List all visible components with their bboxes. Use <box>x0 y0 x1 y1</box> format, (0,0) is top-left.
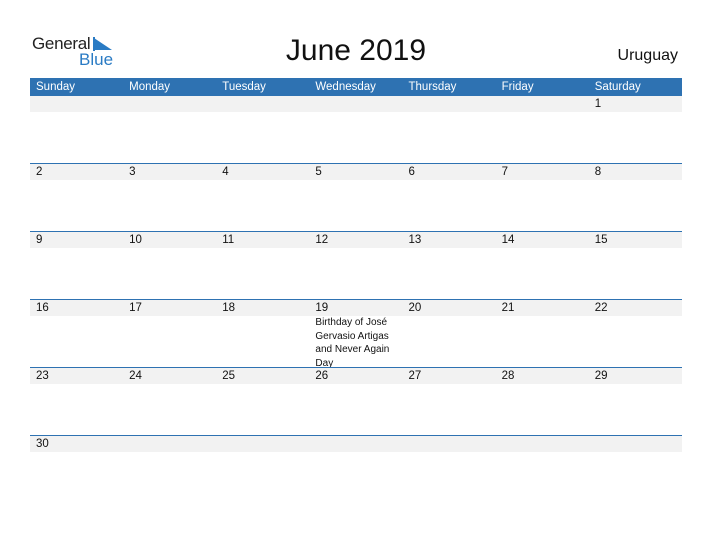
day-cell <box>309 96 402 112</box>
day-cell: 5 <box>309 164 402 180</box>
day-number: 1 <box>594 98 602 110</box>
day-cell: 23 <box>30 368 123 384</box>
day-cell: 8 <box>589 164 682 180</box>
weekday-saturday: Saturday <box>594 81 641 93</box>
day-number: 16 <box>36 302 49 314</box>
day-number: 7 <box>501 166 509 178</box>
weekday-wednesday: Wednesday <box>315 81 376 93</box>
day-cell: 14 <box>496 232 589 248</box>
weekday-monday: Monday <box>129 81 171 93</box>
day-number: 29 <box>594 370 608 382</box>
day-number: 28 <box>501 370 515 382</box>
day-cell <box>30 96 123 112</box>
day-number: 14 <box>501 234 515 246</box>
day-number: 24 <box>129 370 142 382</box>
day-number: 25 <box>222 370 236 382</box>
day-number: 18 <box>222 302 236 314</box>
country-label: Uruguay <box>617 47 678 64</box>
weekday-tuesday: Tuesday <box>222 81 266 93</box>
day-number: 4 <box>222 166 229 178</box>
day-number: 3 <box>129 166 136 178</box>
day-cell: 30 <box>30 436 123 452</box>
day-cell <box>216 436 309 452</box>
day-number: 9 <box>36 234 43 246</box>
day-cell <box>496 436 589 452</box>
day-number: 11 <box>222 234 235 246</box>
day-number: 8 <box>594 166 602 178</box>
day-number: 21 <box>501 302 515 314</box>
day-cell: 1 <box>589 96 682 112</box>
day-cell <box>216 96 309 112</box>
day-number: 2 <box>36 166 43 178</box>
day-cell: 20 <box>403 300 496 316</box>
week-row: 9 10 11 12 13 14 15 <box>30 231 682 299</box>
day-number: 27 <box>408 370 422 382</box>
day-number: 5 <box>315 166 322 178</box>
day-cell: 3 <box>123 164 216 180</box>
day-cell <box>496 96 589 112</box>
day-number: 15 <box>594 234 608 246</box>
day-cell <box>309 436 402 452</box>
day-cell: 12 <box>309 232 402 248</box>
day-cell: 13 <box>403 232 496 248</box>
week-row: 16 17 18 19 20 21 22 Birthday of José Gervasio … <box>30 299 682 367</box>
holiday-event: Birthday of José Gervasio Artigas and Ne… <box>315 316 396 367</box>
day-cell: 15 <box>589 232 682 248</box>
day-cell <box>123 96 216 112</box>
day-cell: 16 <box>30 300 123 316</box>
week-row: 23 24 25 26 27 28 29 <box>30 367 682 435</box>
day-cell: 27 <box>403 368 496 384</box>
day-cell: 18 <box>216 300 309 316</box>
day-cell: 21 <box>496 300 589 316</box>
day-number: 6 <box>408 166 415 178</box>
day-number: 19 <box>315 302 329 314</box>
day-cell: 29 <box>589 368 682 384</box>
day-cell <box>403 96 496 112</box>
weeks-container: 1 2 3 4 5 6 7 8 9 10 11 12 13 14 15 16 17 18 19 20 21 22 Birth… <box>30 96 682 503</box>
day-number: 20 <box>408 302 422 314</box>
day-cell: 17 <box>123 300 216 316</box>
day-cell <box>123 436 216 452</box>
weekday-sunday: Sunday <box>36 81 76 93</box>
weekday-thursday: Thursday <box>408 81 457 93</box>
day-cell <box>589 436 682 452</box>
day-number: 17 <box>129 302 142 314</box>
day-cell: 19 <box>309 300 402 316</box>
day-cell: 9 <box>30 232 123 248</box>
day-cell: 2 <box>30 164 123 180</box>
day-cell: 28 <box>496 368 589 384</box>
day-number: 22 <box>594 302 608 314</box>
day-cell: 26 <box>309 368 402 384</box>
day-cell: 22 <box>589 300 682 316</box>
day-cell: 25 <box>216 368 309 384</box>
calendar-grid: Sunday Monday Tuesday Wednesday Thursday… <box>30 78 682 503</box>
day-number: 30 <box>36 438 49 450</box>
day-number: 10 <box>129 234 142 246</box>
day-cell: 24 <box>123 368 216 384</box>
week-row: 2 3 4 5 6 7 8 <box>30 163 682 231</box>
day-cell: 7 <box>496 164 589 180</box>
day-cell: 6 <box>403 164 496 180</box>
day-number: 12 <box>315 234 329 246</box>
date-strip: 1 <box>30 96 682 112</box>
weekday-friday: Friday <box>501 81 534 93</box>
day-cell <box>403 436 496 452</box>
week-row: 1 <box>30 96 682 163</box>
week-row: 30 <box>30 435 682 503</box>
day-cell: 11 <box>216 232 309 248</box>
day-number: 23 <box>36 370 49 382</box>
day-number: 13 <box>408 234 422 246</box>
day-cell: 4 <box>216 164 309 180</box>
calendar-title: June 2019 <box>285 34 427 67</box>
date-strip: 16 17 18 19 20 21 22 <box>30 300 682 316</box>
date-strip: 23 24 25 26 27 28 29 <box>30 368 682 384</box>
date-strip: 9 10 11 12 13 14 15 <box>30 232 682 248</box>
weekday-header: Sunday Monday Tuesday Wednesday Thursday… <box>30 78 682 96</box>
date-strip: 2 3 4 5 6 7 8 <box>30 164 682 180</box>
date-strip: 30 <box>30 436 682 452</box>
day-number: 26 <box>315 370 329 382</box>
day-cell: 10 <box>123 232 216 248</box>
